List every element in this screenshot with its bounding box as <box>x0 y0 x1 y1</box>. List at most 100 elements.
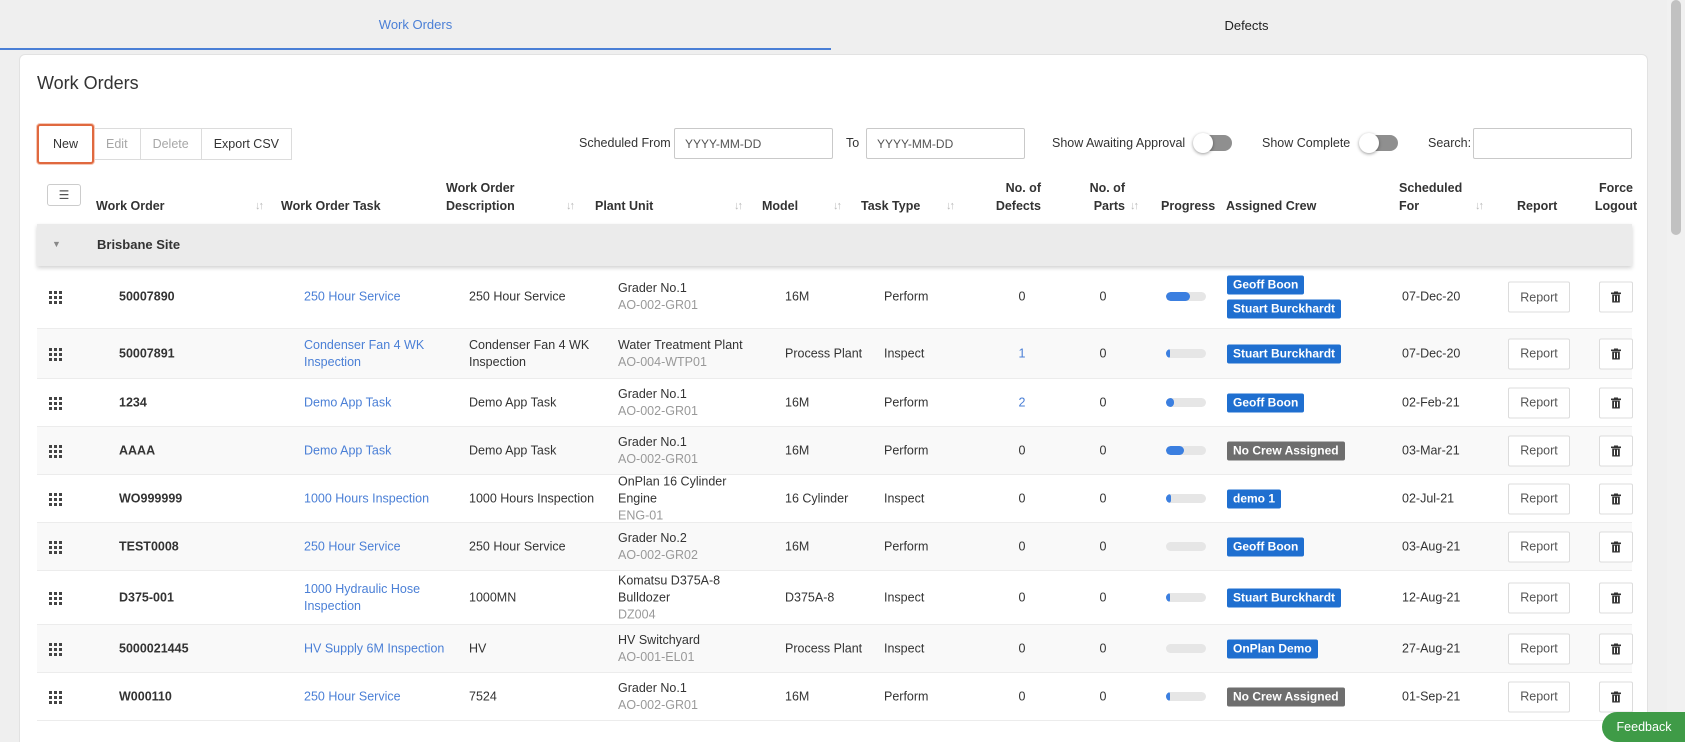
drag-handle-icon[interactable] <box>49 443 63 459</box>
group-row-brisbane-site[interactable]: ▼ Brisbane Site <box>37 224 1632 266</box>
col-scheduled-for[interactable]: Scheduled For <box>1399 179 1469 215</box>
drag-handle-icon[interactable] <box>49 346 63 362</box>
table-row[interactable]: WO999999 1000 Hours Inspection 1000 Hours … <box>37 473 1633 524</box>
col-task-type[interactable]: Task Type <box>861 197 920 215</box>
col-work-order[interactable]: Work Order <box>96 197 165 215</box>
table-row[interactable]: 1234 Demo App Task Demo App Task Grader No.… <box>37 379 1633 427</box>
column-menu-button[interactable]: ☰ <box>47 184 81 206</box>
force-logout-button[interactable] <box>1599 338 1633 369</box>
drag-handle-icon[interactable] <box>49 590 63 606</box>
sort-icon[interactable]: ↓↑ <box>1130 200 1139 212</box>
plant-unit-name: OnPlan 16 Cylinder Engine <box>618 474 727 505</box>
progress-fill <box>1166 592 1170 602</box>
tab-defects[interactable]: Defects <box>831 0 1662 50</box>
scheduled-from-input[interactable]: YYYY-MM-DD <box>674 128 833 159</box>
drag-handle-icon[interactable] <box>49 289 63 305</box>
plant-unit-name: Grader No.1 <box>618 434 687 449</box>
parts-count: 0 <box>1099 689 1107 703</box>
drag-handle-icon[interactable] <box>49 539 63 555</box>
work-order-task-link[interactable]: HV Supply 6M Inspection <box>304 640 449 657</box>
feedback-button[interactable]: Feedback <box>1602 712 1685 742</box>
col-model[interactable]: Model <box>762 197 798 215</box>
work-order-task-link[interactable]: Demo App Task <box>304 394 449 411</box>
progress-fill <box>1166 445 1184 455</box>
delete-button[interactable]: Delete <box>139 128 202 160</box>
trash-icon <box>1611 643 1621 654</box>
report-button[interactable]: Report <box>1508 435 1570 466</box>
sort-icon[interactable]: ↓↑ <box>255 200 264 212</box>
plant-unit-name: Water Treatment Plant <box>618 337 743 352</box>
sort-icon[interactable]: ↓↑ <box>946 200 955 212</box>
force-logout-button[interactable] <box>1599 582 1633 613</box>
table-row[interactable]: TEST0008 250 Hour Service 250 Hour Service… <box>37 523 1633 571</box>
force-logout-button[interactable] <box>1599 435 1633 466</box>
defect-count[interactable]: 1 <box>1007 345 1037 362</box>
table-row[interactable]: AAAA Demo App Task Demo App Task Grader No.… <box>37 427 1633 475</box>
work-order-task-link[interactable]: 1000 Hydraulic Hose Inspection <box>304 581 449 615</box>
defect-count: 0 <box>1018 641 1026 655</box>
drag-handle-icon[interactable] <box>49 395 63 411</box>
plant-unit-name: Grader No.1 <box>618 281 687 295</box>
col-description[interactable]: Work Order Description <box>446 179 551 215</box>
report-button[interactable]: Report <box>1508 483 1570 514</box>
drag-handle-icon[interactable] <box>49 689 63 705</box>
export-csv-button[interactable]: Export CSV <box>200 128 293 160</box>
report-button[interactable]: Report <box>1508 582 1570 613</box>
defect-count[interactable]: 2 <box>1007 394 1037 411</box>
toolbar: New Edit Delete Export CSV <box>37 124 293 164</box>
work-order-task-link[interactable]: Condenser Fan 4 WK Inspection <box>304 337 449 371</box>
plant-unit: OnPlan 16 Cylinder Engine ENG-01 <box>618 473 768 524</box>
report-button[interactable]: Report <box>1508 633 1570 664</box>
force-logout-button[interactable] <box>1599 483 1633 514</box>
report-button[interactable]: Report <box>1508 531 1570 562</box>
tab-work-orders[interactable]: Work Orders <box>0 0 831 50</box>
work-order-task-link[interactable]: 250 Hour Service <box>304 688 449 705</box>
report-button[interactable]: Report <box>1508 281 1570 313</box>
col-defects[interactable]: No. of Defects <box>989 179 1041 215</box>
report-button[interactable]: Report <box>1508 387 1570 418</box>
sort-icon[interactable]: ↓↑ <box>1475 200 1484 212</box>
new-button[interactable]: New <box>37 124 95 164</box>
force-logout-button[interactable] <box>1599 387 1633 418</box>
force-logout-button[interactable] <box>1599 531 1633 562</box>
force-logout-button[interactable] <box>1599 281 1633 313</box>
work-order-task-link[interactable]: 1000 Hours Inspection <box>304 490 449 507</box>
scheduled-to-input[interactable]: YYYY-MM-DD <box>866 128 1025 159</box>
col-parts[interactable]: No. of Parts <box>1077 179 1125 215</box>
scrollbar-thumb[interactable] <box>1671 0 1681 235</box>
show-complete-toggle[interactable] <box>1359 133 1398 153</box>
table-row[interactable]: W000110 250 Hour Service 7524 Grader No.1 AO… <box>37 673 1633 721</box>
sort-icon[interactable]: ↓↑ <box>734 200 743 212</box>
drag-handle-icon[interactable] <box>49 491 63 507</box>
work-order-task-link[interactable]: 250 Hour Service <box>304 538 449 555</box>
work-order-task-link[interactable]: 250 Hour Service <box>304 289 449 306</box>
work-order-task-link[interactable]: Demo App Task <box>304 442 449 459</box>
table-row[interactable]: 50007891 Condenser Fan 4 WK Inspection Con… <box>37 329 1633 379</box>
search-label: Search: <box>1428 136 1472 150</box>
awaiting-approval-toggle[interactable] <box>1193 133 1232 153</box>
force-logout-button[interactable] <box>1599 633 1633 664</box>
collapse-caret-icon[interactable]: ▼ <box>52 239 61 249</box>
plant-unit-code: AO-002-GR01 <box>618 298 698 312</box>
table-row[interactable]: D375-001 1000 Hydraulic Hose Inspection 10… <box>37 571 1633 625</box>
report-button[interactable]: Report <box>1508 338 1570 369</box>
page-scrollbar[interactable] <box>1667 0 1685 742</box>
col-assigned-crew[interactable]: Assigned Crew <box>1226 197 1316 215</box>
col-plant-unit[interactable]: Plant Unit <box>595 197 653 215</box>
task-type: Perform <box>884 395 929 409</box>
drag-handle-icon[interactable] <box>49 641 63 657</box>
work-order-number: 1234 <box>119 395 147 409</box>
table-row[interactable]: 5000021445 HV Supply 6M Inspection HV HV Sw… <box>37 625 1633 673</box>
parts-count: 0 <box>1099 491 1107 505</box>
force-logout-button[interactable] <box>1599 681 1633 712</box>
sort-icon[interactable]: ↓↑ <box>833 200 842 212</box>
col-task[interactable]: Work Order Task <box>281 197 381 215</box>
search-input[interactable] <box>1473 128 1632 159</box>
edit-button[interactable]: Edit <box>93 128 141 160</box>
col-progress[interactable]: Progress <box>1161 197 1215 215</box>
sort-icon[interactable]: ↓↑ <box>566 200 575 212</box>
work-order-description: 250 Hour Service <box>469 539 566 553</box>
trash-icon <box>1611 691 1621 702</box>
table-row[interactable]: 50007890 250 Hour Service 250 Hour Service… <box>37 266 1633 329</box>
report-button[interactable]: Report <box>1508 681 1570 712</box>
